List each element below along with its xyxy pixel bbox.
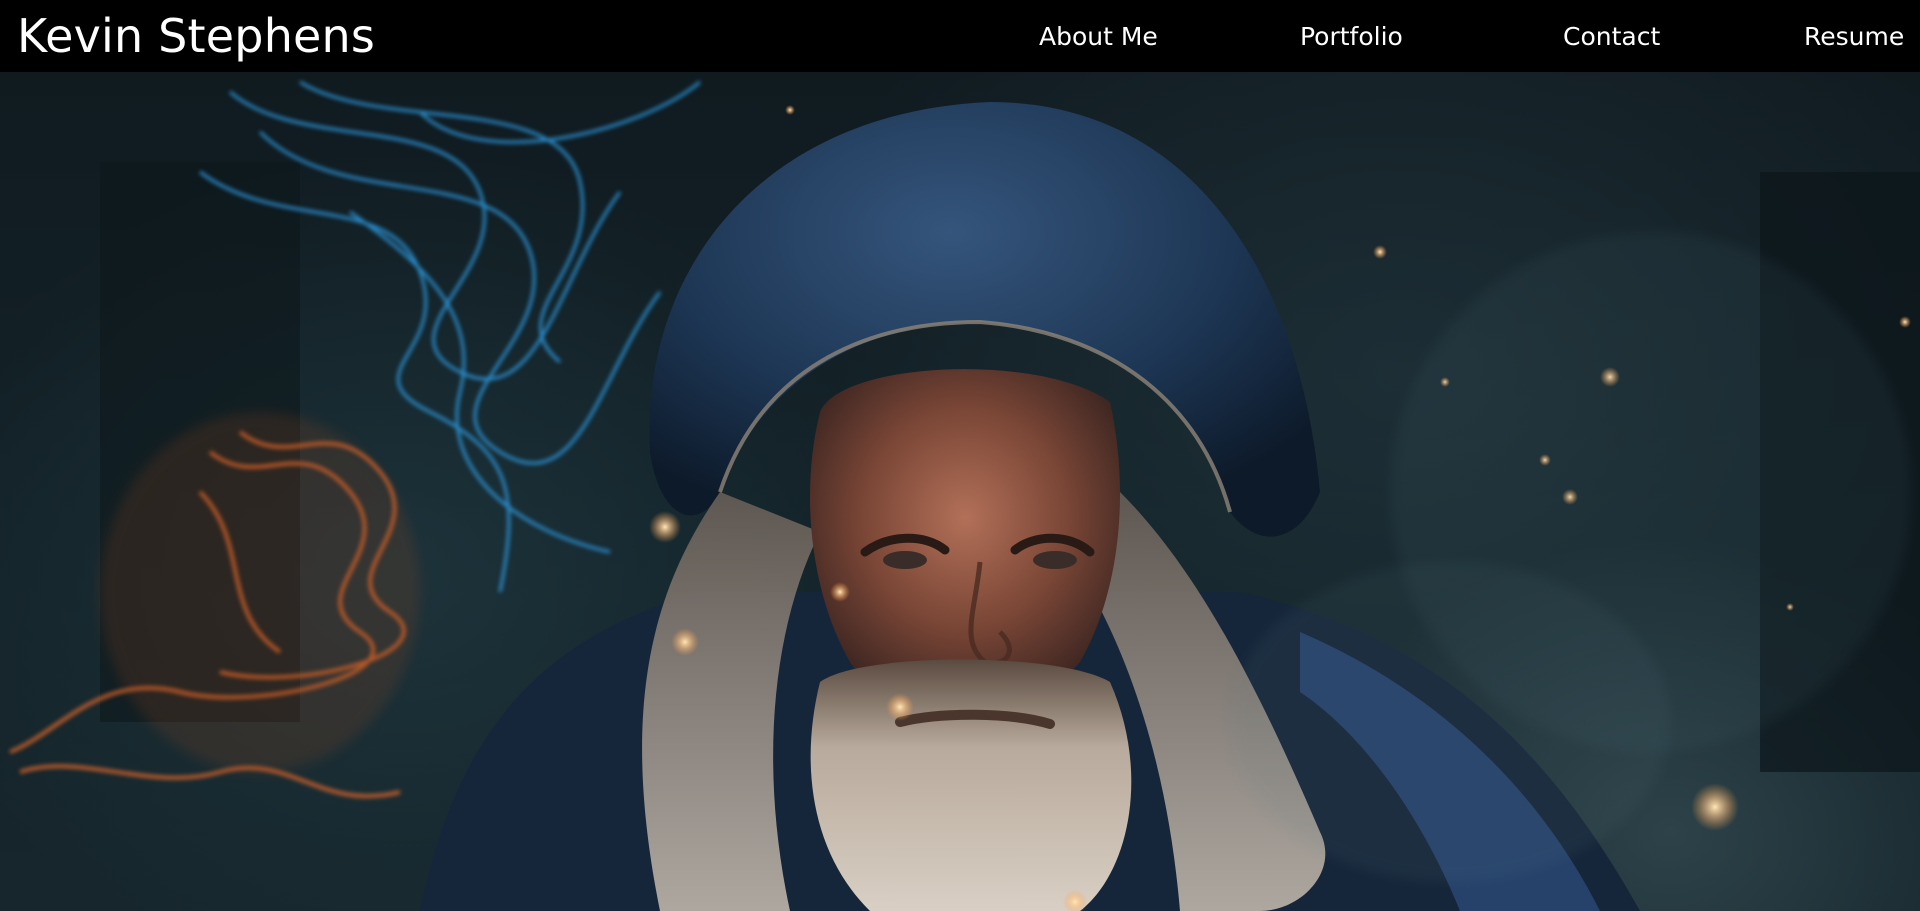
nav-portfolio-link[interactable]: Portfolio: [1300, 22, 1403, 51]
nav-resume-link[interactable]: Resume: [1804, 22, 1904, 51]
wizard-face: [810, 369, 1120, 700]
site-brand[interactable]: Kevin Stephens: [17, 8, 375, 64]
hero-section: [0, 72, 1920, 911]
navbar: Kevin Stephens About Me Portfolio Contac…: [0, 0, 1920, 72]
nav-contact-link[interactable]: Contact: [1563, 22, 1660, 51]
nav-about-me-link[interactable]: About Me: [1039, 22, 1158, 51]
wizard-beard: [810, 659, 1132, 911]
wizard-portrait-image: [9, 80, 1920, 911]
